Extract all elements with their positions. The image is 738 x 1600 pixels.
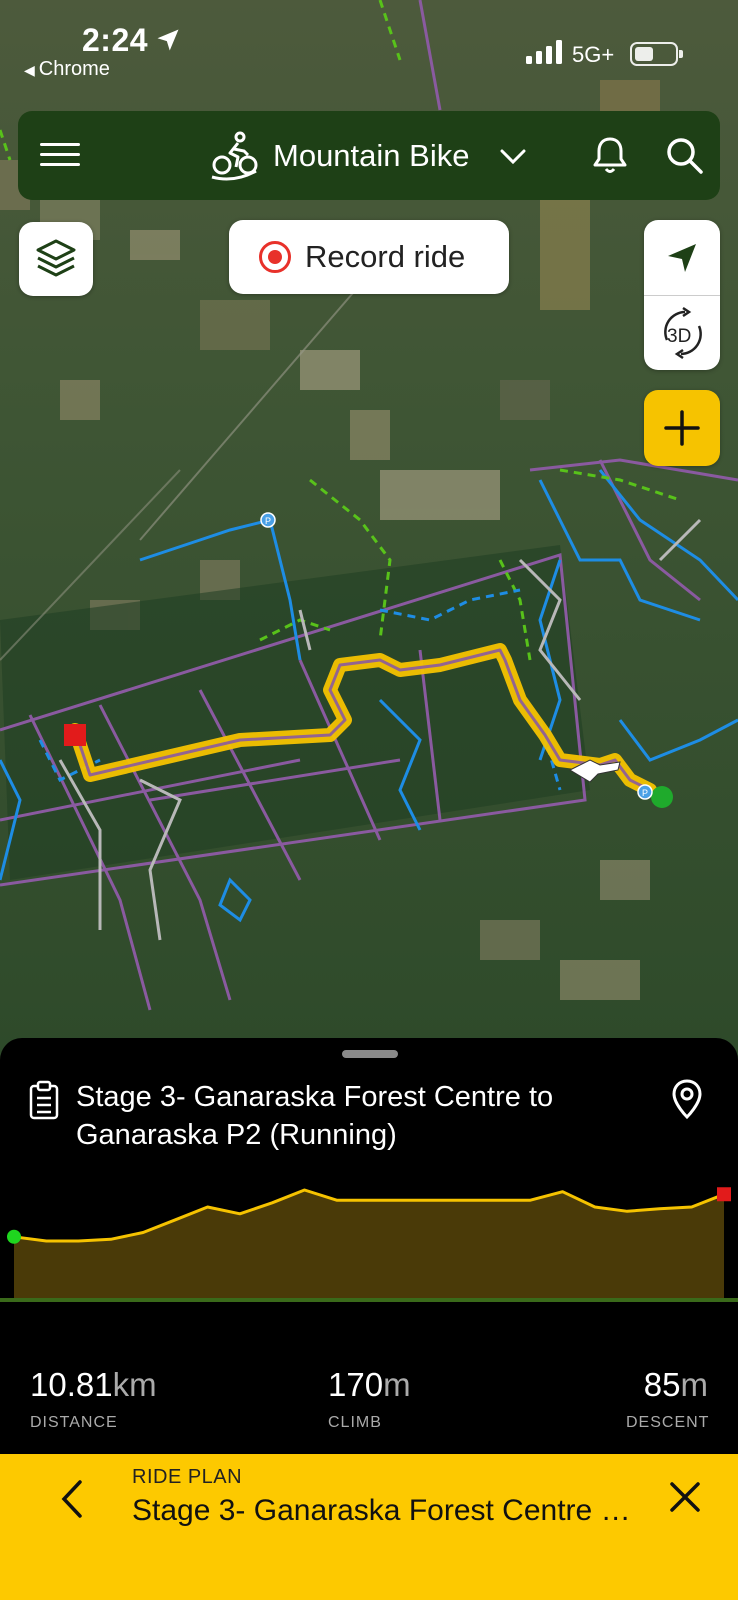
elevation-end-marker <box>717 1187 731 1202</box>
top-navigation-bar: Mountain Bike <box>18 111 720 200</box>
menu-button[interactable] <box>38 133 82 177</box>
location-arrow-icon <box>157 29 179 51</box>
status-bar: 2:24 ◀ Chrome 5G+ <box>0 0 738 100</box>
elevation-start-marker <box>7 1229 21 1244</box>
record-icon <box>259 241 291 273</box>
signal-icon <box>526 40 562 64</box>
sheet-drag-handle[interactable] <box>342 1050 398 1058</box>
bell-icon[interactable] <box>588 133 632 177</box>
descent-stat: 85m DESCENT <box>626 1366 710 1431</box>
record-ride-button[interactable]: Record ride <box>229 220 509 294</box>
3d-toggle-button[interactable]: 3D <box>644 296 720 370</box>
svg-text:P: P <box>265 516 271 526</box>
ride-plan-title: Stage 3- Ganaraska Forest Centre to Gana… <box>132 1494 632 1527</box>
activity-selector[interactable]: Mountain Bike <box>273 138 469 174</box>
navigation-arrow-icon <box>668 244 696 272</box>
svg-text:P: P <box>642 788 648 798</box>
route-start-marker <box>651 786 673 808</box>
status-time: 2:24 <box>82 22 149 58</box>
back-triangle-icon: ◀ <box>24 62 35 78</box>
elevation-baseline <box>0 1298 738 1302</box>
bike-icon <box>211 131 258 181</box>
record-ride-label: Record ride <box>305 239 466 274</box>
climb-stat: 170m CLIMB <box>328 1366 411 1431</box>
route-end-marker <box>64 724 86 746</box>
elevation-profile-chart[interactable] <box>0 1180 738 1320</box>
back-to-app-link[interactable]: ◀ Chrome <box>24 58 110 81</box>
distance-stat: 10.81km DISTANCE <box>30 1366 157 1431</box>
plus-icon <box>664 410 700 446</box>
close-icon[interactable] <box>668 1480 702 1514</box>
back-chevron-icon[interactable] <box>52 1476 92 1522</box>
search-icon[interactable] <box>662 133 706 177</box>
battery-icon <box>630 42 683 66</box>
elevation-area <box>14 1190 724 1298</box>
locate-me-button[interactable] <box>644 220 720 295</box>
add-button[interactable] <box>644 390 720 466</box>
clipboard-icon <box>29 1080 59 1120</box>
3d-label: 3D <box>667 326 692 347</box>
map-pin-icon[interactable] <box>670 1078 704 1120</box>
chevron-down-icon[interactable] <box>498 141 528 171</box>
ride-plan-bar[interactable]: RIDE PLAN Stage 3- Ganaraska Forest Cent… <box>0 1454 738 1600</box>
route-title: Stage 3- Ganaraska Forest Centre to Gana… <box>76 1081 554 1151</box>
layers-icon <box>36 239 76 277</box>
ride-plan-kicker: RIDE PLAN <box>132 1466 243 1488</box>
network-type: 5G+ <box>572 42 615 67</box>
layers-button[interactable] <box>19 222 93 296</box>
map-view-controls: 3D <box>644 220 720 370</box>
